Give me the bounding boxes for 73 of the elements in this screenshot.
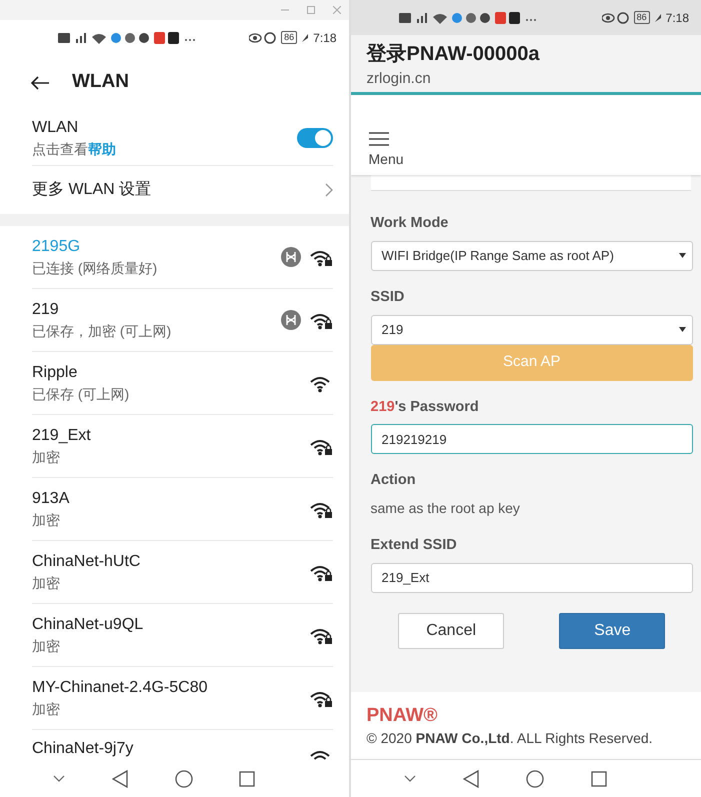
- network-name: 913A: [32, 489, 70, 509]
- network-name: ChinaNet-u9QL: [32, 615, 144, 635]
- field-label: Work Mode: [370, 214, 450, 233]
- wlan-label: WLAN: [32, 118, 80, 138]
- ssid-name: 219: [370, 398, 395, 414]
- network-item[interactable]: 219 已保存，加密 (可上网): [32, 289, 332, 352]
- caret-icon: [679, 327, 686, 332]
- wifi-icon: [308, 748, 332, 760]
- action-text: same as the root ap key: [370, 499, 521, 518]
- network-name: Ripple: [32, 363, 78, 383]
- network-status: 加密: [32, 574, 61, 593]
- cancel-button[interactable]: Cancel: [398, 612, 504, 649]
- hilink-icon: [280, 247, 300, 267]
- page-title: 登录PNAW-00000a: [366, 42, 541, 67]
- battery-level: 86: [281, 31, 298, 44]
- network-status: 已保存，加密 (可上网): [32, 322, 172, 341]
- back-icon[interactable]: [463, 770, 480, 788]
- help-hint[interactable]: 点击查看帮助: [32, 138, 116, 158]
- network-name: MY-Chinanet-2.4G-5C80: [32, 678, 208, 698]
- field-label: 's Password: [394, 398, 479, 414]
- field-label: Extend SSID: [370, 536, 458, 555]
- hilink-icon: [280, 310, 300, 330]
- recents-icon[interactable]: [591, 770, 608, 786]
- chevron-right-icon: [324, 183, 332, 197]
- save-button[interactable]: Save: [559, 612, 666, 649]
- extend-ssid-field[interactable]: 219_Ext: [370, 562, 693, 593]
- page-title: WLAN: [72, 70, 129, 94]
- network-status: 已保存 (可上网): [32, 385, 130, 404]
- dropdown-field[interactable]: 219: [370, 314, 693, 344]
- more-settings-label[interactable]: 更多 WLAN 设置: [32, 179, 152, 201]
- password-field[interactable]: 219219219: [370, 424, 693, 454]
- field-label: Action: [370, 471, 417, 490]
- network-item[interactable]: 219_Ext 加密: [32, 415, 332, 478]
- wlan-toggle[interactable]: [296, 128, 332, 148]
- battery-level: 86: [634, 11, 650, 24]
- page-url: zrlogin.cn: [366, 69, 432, 89]
- network-name: 219_Ext: [32, 426, 91, 446]
- chevron-down-icon[interactable]: [404, 775, 416, 782]
- clock-time: 7:18: [666, 10, 689, 26]
- network-name: ChinaNet-9j7y: [32, 739, 134, 759]
- back-icon[interactable]: [112, 770, 128, 788]
- copyright-text: © 2020 PNAW Co.,Ltd. ALL Rights Reserved.: [366, 729, 654, 748]
- network-status: 已连接 (网络质量好): [32, 259, 158, 278]
- back-arrow-icon[interactable]: [30, 76, 50, 90]
- brand-name: PNAW®: [366, 704, 438, 728]
- status-icons-drawing: [249, 32, 278, 44]
- network-item[interactable]: Ripple 已保存 (可上网): [32, 352, 332, 415]
- network-item[interactable]: 913A 加密: [32, 478, 332, 541]
- network-status: 加密: [32, 637, 61, 656]
- network-item[interactable]: ChinaNet-hUtC 加密: [32, 541, 332, 604]
- network-item[interactable]: MY-Chinanet-2.4G-5C80 加密: [32, 667, 332, 730]
- network-status: 加密: [32, 700, 61, 719]
- menu-button[interactable]: Menu: [368, 127, 404, 167]
- leaf-icon: [654, 12, 662, 22]
- network-item[interactable]: ChinaNet-u9QL 加密: [32, 604, 332, 667]
- status-icons-drawing: [602, 12, 630, 24]
- home-icon[interactable]: [526, 770, 544, 788]
- field-label: SSID: [370, 288, 406, 307]
- network-name: ChinaNet-hUtC: [32, 552, 140, 572]
- network-status: 加密: [32, 511, 61, 530]
- network-item[interactable]: ChinaNet-9j7y: [32, 730, 332, 760]
- network-item[interactable]: 2195G 已连接 (网络质量好): [32, 226, 332, 289]
- clock-time: 7:18: [313, 30, 336, 46]
- network-name: 2195G: [32, 237, 82, 257]
- menu-icon: [368, 132, 388, 146]
- network-status: 加密: [32, 448, 61, 467]
- dropdown-field[interactable]: WIFI Bridge(IP Range Same as root AP): [370, 240, 693, 271]
- chevron-down-icon[interactable]: [53, 775, 66, 782]
- network-name: 219: [32, 300, 60, 320]
- caret-icon: [679, 253, 686, 258]
- home-icon[interactable]: [174, 770, 193, 788]
- recents-icon[interactable]: [239, 770, 256, 786]
- leaf-icon: [301, 32, 310, 42]
